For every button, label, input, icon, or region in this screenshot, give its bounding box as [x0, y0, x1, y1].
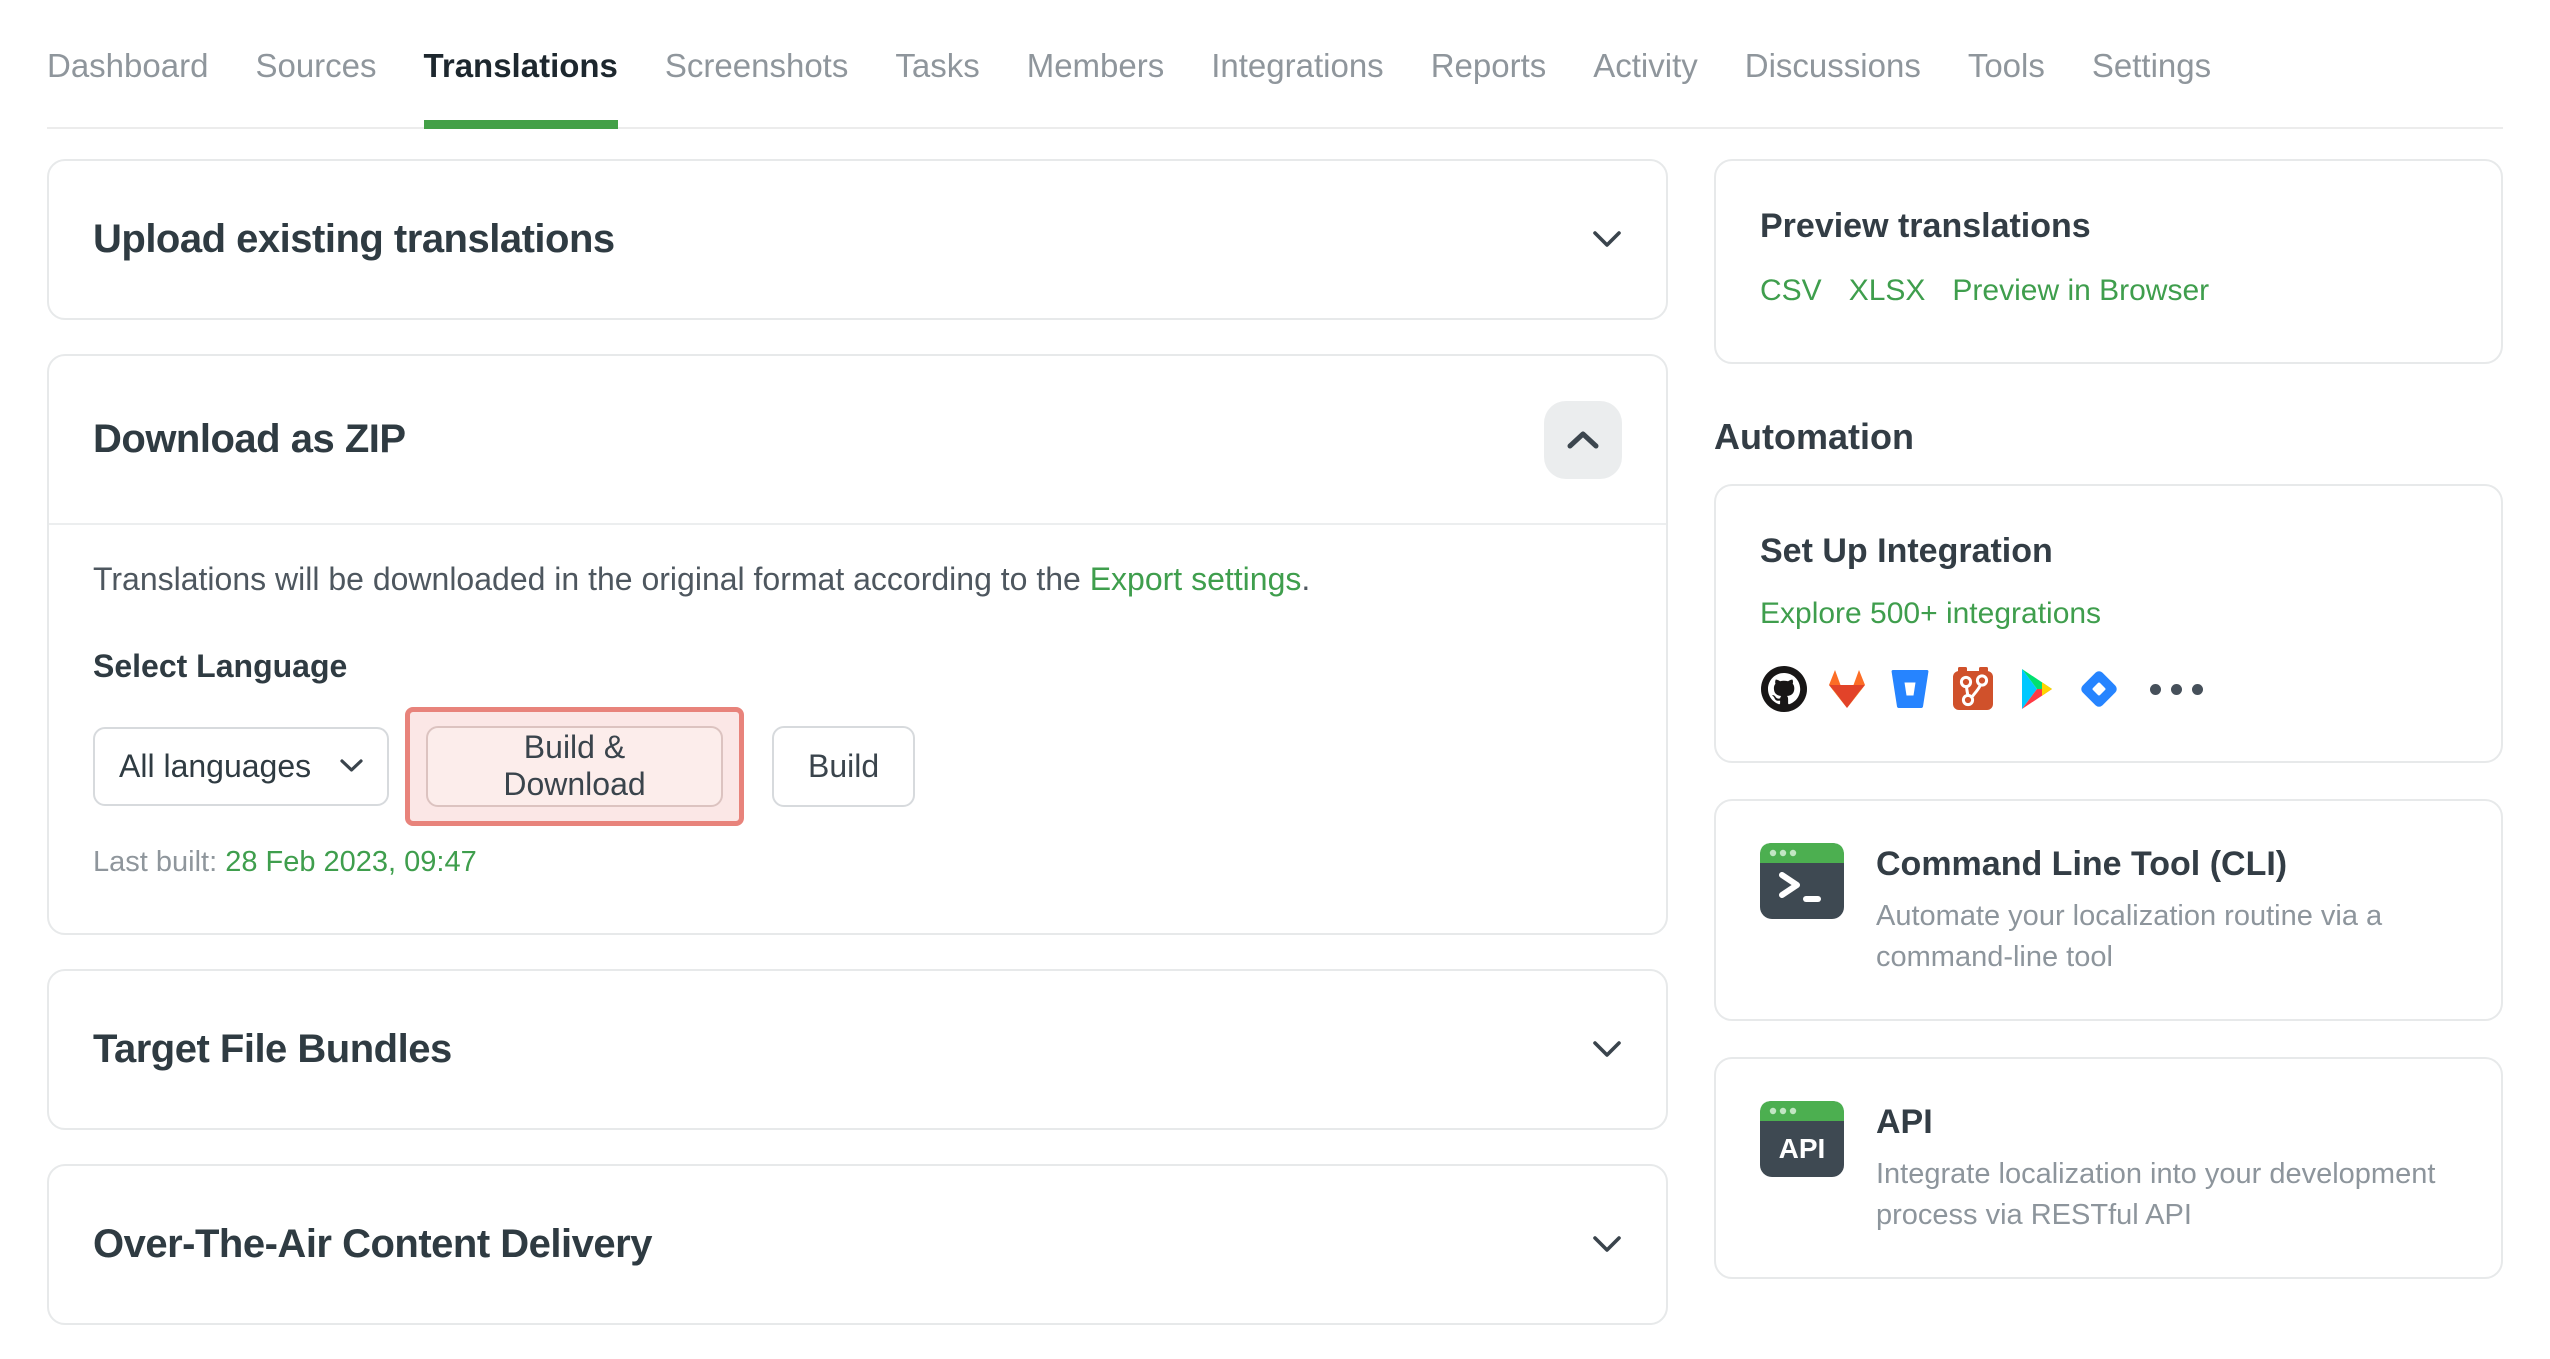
project-tabs-nav: Dashboard Sources Translations Screensho…	[47, 0, 2503, 129]
download-panel-header[interactable]: Download as ZIP	[49, 356, 1666, 523]
select-language-label: Select Language	[93, 647, 348, 684]
svg-text:API: API	[1779, 1133, 1826, 1164]
chevron-up-icon	[1567, 431, 1599, 448]
api-card[interactable]: API API Integrate localization into your…	[1714, 1057, 2503, 1280]
upload-existing-translations-panel: Upload existing translations	[47, 159, 1668, 320]
tab-integrations[interactable]: Integrations	[1211, 47, 1383, 127]
preview-translations-card: Preview translations CSV XLSX Preview in…	[1714, 159, 2503, 364]
api-icon: API	[1760, 1101, 1844, 1178]
last-built-status: Last built: 28 Feb 2023, 09:47	[93, 846, 1622, 879]
ota-content-delivery-panel: Over-The-Air Content Delivery	[47, 1163, 1668, 1325]
tab-tasks[interactable]: Tasks	[895, 47, 979, 127]
explore-integrations-link[interactable]: Explore 500+ integrations	[1760, 597, 2101, 631]
tab-reports[interactable]: Reports	[1431, 47, 1547, 127]
set-up-integration-title: Set Up Integration	[1760, 532, 2053, 570]
tab-settings[interactable]: Settings	[2092, 47, 2211, 127]
xlsx-link[interactable]: XLSX	[1849, 274, 1926, 308]
download-description-text: Translations will be downloaded in the o…	[93, 561, 1090, 597]
bitbucket-icon[interactable]	[1886, 665, 1934, 713]
annotation-highlight: Build & Download	[405, 706, 744, 826]
ota-panel-title: Over-The-Air Content Delivery	[93, 1221, 652, 1266]
api-card-description: Integrate localization into your develop…	[1876, 1158, 2436, 1231]
github-icon[interactable]	[1760, 665, 1808, 713]
export-settings-link[interactable]: Export settings	[1090, 561, 1302, 597]
cli-card-title: Command Line Tool (CLI)	[1876, 845, 2288, 883]
cli-card[interactable]: Command Line Tool (CLI) Automate your lo…	[1714, 799, 2503, 1022]
collapse-panel-button[interactable]	[1544, 400, 1622, 479]
preview-links-row: CSV XLSX Preview in Browser	[1760, 274, 2457, 308]
cli-card-description: Automate your localization routine via a…	[1876, 900, 2383, 973]
preview-in-browser-link[interactable]: Preview in Browser	[1952, 274, 2209, 308]
build-and-download-button[interactable]: Build & Download	[426, 725, 723, 807]
language-select[interactable]: All languages	[93, 726, 389, 806]
download-description-period: .	[1301, 561, 1311, 597]
tab-dashboard[interactable]: Dashboard	[47, 47, 208, 127]
tab-activity[interactable]: Activity	[1593, 47, 1698, 127]
more-integrations-icon[interactable]	[2150, 683, 2203, 695]
api-card-text: API Integrate localization into your dev…	[1876, 1101, 2457, 1235]
build-button[interactable]: Build	[772, 725, 916, 807]
set-up-integration-card: Set Up Integration Explore 500+ integrat…	[1714, 484, 2503, 763]
jira-icon[interactable]	[2075, 665, 2123, 713]
chevron-down-icon	[1593, 231, 1621, 247]
upload-panel-header[interactable]: Upload existing translations	[49, 161, 1666, 318]
sidebar-column: Preview translations CSV XLSX Preview in…	[1714, 159, 2503, 1359]
tab-screenshots[interactable]: Screenshots	[665, 47, 848, 127]
ota-panel-header[interactable]: Over-The-Air Content Delivery	[49, 1166, 1666, 1323]
target-file-bundles-panel: Target File Bundles	[47, 968, 1668, 1130]
last-built-date[interactable]: 28 Feb 2023, 09:47	[225, 846, 477, 878]
download-panel-title: Download as ZIP	[93, 417, 406, 461]
last-built-label: Last built:	[93, 845, 226, 878]
chevron-down-icon	[340, 759, 363, 772]
cli-card-text: Command Line Tool (CLI) Automate your lo…	[1876, 843, 2457, 977]
google-play-icon[interactable]	[2012, 665, 2060, 713]
chevron-down-icon	[1593, 1040, 1621, 1057]
preview-translations-title: Preview translations	[1760, 207, 2091, 245]
integration-icons-row	[1760, 665, 2457, 713]
gitlab-icon[interactable]	[1823, 665, 1871, 713]
csv-link[interactable]: CSV	[1760, 274, 1822, 308]
download-as-zip-panel: Download as ZIP Translations will be dow…	[47, 354, 1668, 935]
upload-panel-title: Upload existing translations	[93, 217, 615, 261]
terminal-icon	[1760, 843, 1844, 919]
git-icon[interactable]	[1949, 665, 1997, 713]
language-select-value: All languages	[119, 747, 312, 784]
target-bundles-panel-header[interactable]: Target File Bundles	[49, 971, 1666, 1128]
download-description: Translations will be downloaded in the o…	[93, 557, 1622, 602]
tab-translations[interactable]: Translations	[423, 47, 619, 129]
api-card-title: API	[1876, 1103, 1933, 1142]
target-bundles-panel-title: Target File Bundles	[93, 1026, 452, 1071]
download-panel-body: Translations will be downloaded in the o…	[49, 525, 1666, 933]
translations-main-column: Upload existing translations Download as…	[47, 159, 1668, 1359]
tab-sources[interactable]: Sources	[255, 47, 376, 127]
tab-members[interactable]: Members	[1027, 47, 1165, 127]
build-controls-row: All languages Build & Download Build	[93, 706, 1622, 826]
chevron-down-icon	[1593, 1235, 1621, 1252]
tab-tools[interactable]: Tools	[1968, 47, 2045, 127]
automation-heading: Automation	[1714, 416, 1914, 457]
tab-discussions[interactable]: Discussions	[1745, 47, 1921, 127]
